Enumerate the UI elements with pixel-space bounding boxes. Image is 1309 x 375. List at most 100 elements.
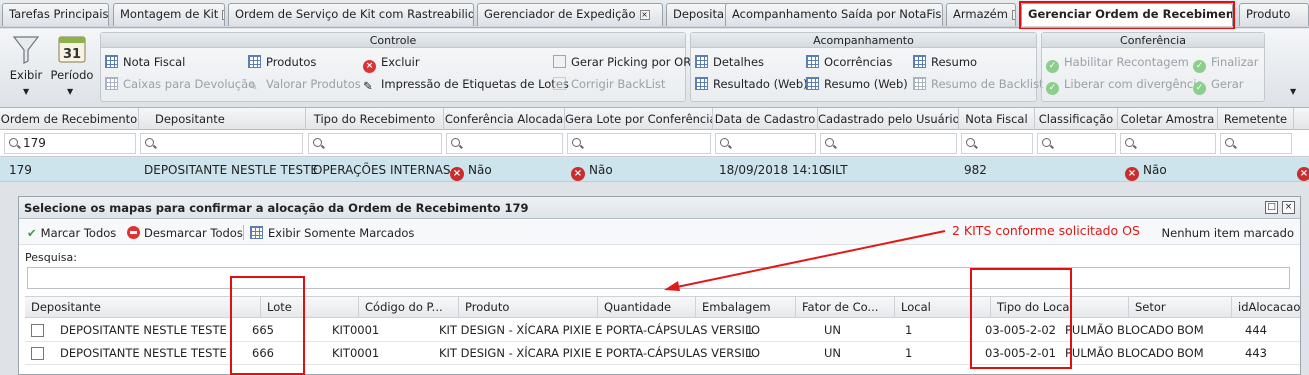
col-quantidade[interactable]: Quantidade (598, 297, 696, 318)
tab-ordem-servico-kit[interactable]: Ordem de Serviço de Kit com Rastreabilid… (228, 3, 474, 26)
col-gera-lote[interactable]: Gera Lote por Conferência (565, 108, 713, 130)
maximize-icon[interactable]: □ (1265, 201, 1278, 214)
button-label: Gerar Picking por OR (571, 55, 692, 69)
filter-coletar-input[interactable] (1120, 133, 1216, 154)
col-codigo[interactable]: Código do P... (359, 297, 459, 318)
button-label: Resumo de Backlist (931, 77, 1044, 91)
filter-gera-lote-input[interactable] (567, 133, 711, 154)
cell-conferencia: × Não (450, 158, 492, 182)
calendar-icon: 31 (58, 36, 86, 63)
filter-remetente-input[interactable] (1220, 133, 1292, 154)
resumo-backlist-button[interactable]: Resumo de Backlist (913, 75, 1044, 93)
delete-icon: × (363, 60, 376, 73)
col-id-alocacao[interactable]: idAlocacao (1232, 297, 1300, 318)
habilitar-recontagem-button[interactable]: ✓ Habilitar Recontagem (1046, 53, 1189, 73)
tab-armazem[interactable]: Armazém× (946, 3, 1016, 26)
group-conferencia: Conferência ✓ Habilitar Recontagem ✓ Liber… (1041, 32, 1265, 102)
col-nota-fiscal[interactable]: Nota Fiscal (959, 108, 1035, 130)
finalizar-button[interactable]: ✓ Finalizar (1193, 53, 1259, 73)
cell-codigo: KIT0001 (332, 323, 380, 337)
col-embalagem[interactable]: Embalagem (696, 297, 796, 318)
gerar-button[interactable]: ✓ Gerar (1193, 75, 1244, 95)
cell-gera-lote: × Não (571, 158, 613, 182)
tab-montagem-kit[interactable]: Montagem de Kit× (113, 3, 225, 26)
filter-tipo-input[interactable] (308, 133, 442, 154)
filter-usuario-input[interactable] (820, 133, 957, 154)
tab-tarefas-principais[interactable]: Tarefas Principais (2, 3, 109, 26)
liberar-divergencia-button[interactable]: ✓ Liberar com divergência (1046, 75, 1203, 95)
col-ordem-recebimento[interactable]: Ordem de Recebimento (0, 108, 139, 130)
exibir-marcados-button[interactable]: Exibir Somente Marcados (250, 224, 414, 242)
col-cadastrado-usuario[interactable]: Cadastrado pelo Usuário (818, 108, 959, 130)
excluir-button[interactable]: × Excluir (363, 53, 420, 73)
dialog-title: Selecione os mapas para confirmar a aloc… (19, 197, 1300, 219)
exibir-button[interactable]: Exibir (8, 33, 44, 82)
ocorrencias-button[interactable]: Ocorrências (806, 53, 892, 71)
button-label: Exibir Somente Marcados (268, 226, 415, 240)
table-row[interactable]: 179 DEPOSITANTE NESTLE TESTE OPERAÇÕES I… (0, 158, 1309, 182)
cell-value: Não (1143, 163, 1167, 177)
detalhes-button[interactable]: Detalhes (695, 53, 764, 71)
chevron-down-icon[interactable]: ▼ (1290, 87, 1296, 96)
col-classificacao[interactable]: Classificação (1035, 108, 1118, 130)
chevron-down-icon[interactable]: ▼ (23, 87, 29, 96)
filter-ordem-input[interactable]: 179 (4, 133, 136, 154)
valorar-produtos-button[interactable]: ✎ Valorar Produtos (248, 75, 361, 93)
button-label: Finalizar (1211, 55, 1259, 69)
filter-depositante-input[interactable] (140, 133, 303, 154)
group-controle: Controle Nota Fiscal Caixas para Devoluç… (100, 32, 691, 102)
desmarcar-todos-button[interactable]: Desmarcar Todos (127, 224, 243, 242)
close-icon[interactable]: × (1282, 201, 1295, 214)
close-icon[interactable]: × (1011, 9, 1015, 20)
filter-value: 179 (23, 136, 46, 150)
filter-conferencia-input[interactable] (446, 133, 563, 154)
button-label: Gerar (1211, 77, 1244, 91)
button-label: Resumo (931, 55, 978, 69)
check-icon: ✔ (27, 226, 37, 240)
button-label: Resultado (Web) (713, 77, 808, 91)
nota-fiscal-button[interactable]: Nota Fiscal (105, 53, 185, 71)
table-row[interactable]: DEPOSITANTE NESTLE TESTE 665 KIT0001 KIT… (25, 319, 1300, 342)
col-conferencia-alocada[interactable]: Conferência Alocada (444, 108, 565, 130)
row-checkbox[interactable] (31, 324, 44, 337)
col-tipo-recebimento[interactable]: Tipo do Recebimento (306, 108, 444, 130)
corrigir-backlist-button[interactable]: Corrigir BackList (553, 75, 665, 93)
table-row[interactable]: DEPOSITANTE NESTLE TESTE 666 KIT0001 KIT… (25, 342, 1300, 365)
cell-depositante: DEPOSITANTE NESTLE TESTE (60, 323, 227, 337)
annotation-text: 2 KITS conforme solicitado OS (952, 223, 1140, 238)
tab-acompanhamento-saida[interactable]: Acompanhamento Saída por NotaFiscal× (725, 3, 943, 26)
resumo-button[interactable]: Resumo (913, 53, 977, 71)
resultado-web-button[interactable]: Resultado (Web) (695, 75, 808, 93)
tab-gerenciador-expedicao[interactable]: Gerenciador de Expedição × (477, 3, 663, 26)
filter-classificacao-input[interactable] (1037, 133, 1116, 154)
col-coletar-amostra[interactable]: Coletar Amostra (1118, 108, 1218, 130)
col-setor[interactable]: Setor (1129, 297, 1232, 318)
cell-more: × (1297, 158, 1309, 182)
button-label: Marcar Todos (40, 226, 117, 240)
marcar-todos-button[interactable]: ✔ Marcar Todos (27, 224, 116, 242)
col-remetente[interactable]: Remetente (1218, 108, 1294, 130)
col-fator[interactable]: Fator de Co... (796, 297, 895, 318)
tab-produto[interactable]: Produto (1239, 3, 1309, 26)
grid-icon (695, 55, 708, 68)
group-acompanhamento: Acompanhamento Detalhes Resultado (Web) … (690, 32, 1044, 102)
close-icon[interactable]: × (222, 9, 224, 20)
col-produto[interactable]: Produto (459, 297, 598, 318)
close-icon[interactable]: × (639, 9, 650, 20)
col-data-cadastro[interactable]: Data de Cadastro (713, 108, 818, 130)
filter-nota-input[interactable] (961, 133, 1033, 154)
impressao-etiquetas-button[interactable]: ✎ Impressão de Etiquetas de Lotes (363, 75, 569, 93)
gerar-picking-button[interactable]: Gerar Picking por OR (553, 53, 691, 71)
periodo-button[interactable]: 31 Período (50, 33, 94, 82)
col-depositante[interactable]: Depositante (139, 108, 306, 130)
row-checkbox[interactable] (31, 347, 44, 360)
filter-data-input[interactable] (715, 133, 816, 154)
chevron-down-icon[interactable]: ▼ (67, 87, 73, 96)
cell-setor: BOM (1177, 346, 1204, 360)
search-input[interactable] (27, 267, 1290, 289)
resumo-web-button[interactable]: Resumo (Web) (806, 75, 908, 93)
caixas-devolucao-button[interactable]: Caixas para Devolução (105, 75, 255, 93)
col-depositante[interactable]: Depositante (25, 297, 261, 318)
produtos-button[interactable]: Produtos (248, 53, 316, 71)
cell-embalagem: UN (824, 323, 842, 337)
